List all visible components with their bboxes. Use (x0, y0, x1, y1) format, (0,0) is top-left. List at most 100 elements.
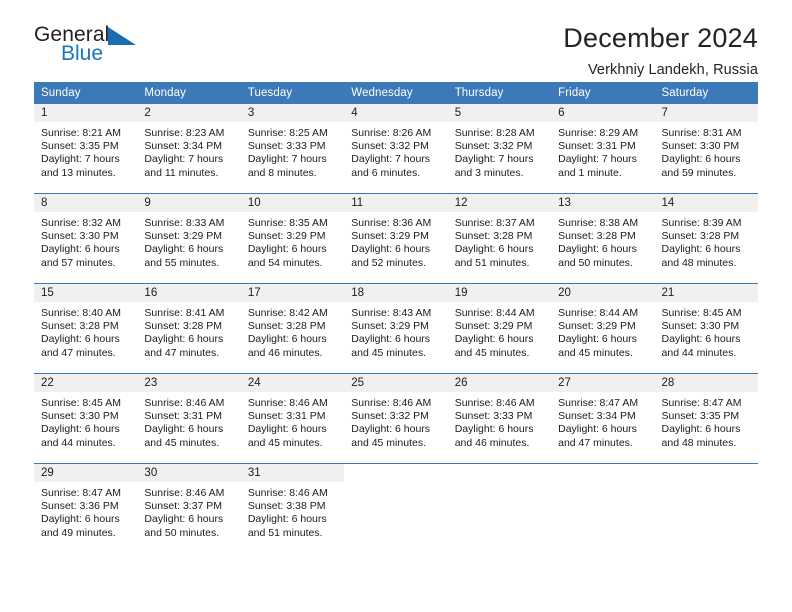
day-details: Sunrise: 8:31 AM Sunset: 3:30 PM Daylight:… (655, 122, 758, 180)
calendar-day-cell[interactable]: 20 Sunrise: 8:44 AM Sunset: 3:29 PM Dayligh… (551, 283, 655, 374)
calendar-day-cell[interactable]: 25 Sunrise: 8:46 AM Sunset: 3:32 PM Dayligh… (344, 373, 448, 464)
day-cell-inner (344, 464, 448, 553)
calendar-day-cell[interactable]: 29 Sunrise: 8:47 AM Sunset: 3:36 PM Dayligh… (34, 463, 138, 553)
day-details: Sunrise: 8:29 AM Sunset: 3:31 PM Daylight:… (551, 122, 654, 180)
calendar-day-cell[interactable]: 31 Sunrise: 8:46 AM Sunset: 3:38 PM Dayligh… (240, 463, 345, 553)
day-number: 1 (34, 104, 138, 122)
calendar-day-cell[interactable]: 21 Sunrise: 8:45 AM Sunset: 3:30 PM Dayligh… (654, 283, 758, 374)
sunrise-text: Sunrise: 8:45 AM (661, 307, 742, 319)
sunset-text: Sunset: 3:35 PM (41, 140, 119, 153)
weekday-header-saturday: Saturday (654, 82, 758, 104)
sunrise-text: Sunrise: 8:23 AM (144, 127, 225, 139)
day-number: 10 (240, 194, 345, 212)
daylight-text-line1: Daylight: 6 hours (247, 513, 327, 526)
day-cell-inner (447, 464, 552, 553)
day-cell-inner: 22 Sunrise: 8:45 AM Sunset: 3:30 PM Dayligh… (34, 374, 138, 463)
sunrise-sunset-calendar: Sunday Monday Tuesday Wednesday Thursday… (34, 82, 758, 553)
day-number: 4 (344, 104, 448, 122)
daylight-text-line2: and 45 minutes. (454, 346, 530, 359)
daylight-text-line1: Daylight: 7 hours (247, 153, 327, 166)
calendar-day-cell[interactable]: 4 Sunrise: 8:26 AM Sunset: 3:32 PM Daylight… (344, 104, 448, 194)
day-cell-inner: 13 Sunrise: 8:38 AM Sunset: 3:28 PM Dayligh… (551, 194, 655, 283)
calendar-day-cell[interactable]: 19 Sunrise: 8:44 AM Sunset: 3:29 PM Dayligh… (447, 283, 552, 374)
calendar-day-cell[interactable]: 12 Sunrise: 8:37 AM Sunset: 3:28 PM Dayligh… (447, 193, 552, 284)
daylight-text-line2: and 45 minutes. (351, 436, 426, 449)
daylight-text-line1: Daylight: 6 hours (41, 333, 120, 346)
calendar-day-cell[interactable]: 27 Sunrise: 8:47 AM Sunset: 3:34 PM Dayligh… (551, 373, 655, 464)
calendar-day-cell[interactable]: 2 Sunrise: 8:23 AM Sunset: 3:34 PM Daylight… (137, 104, 241, 194)
sunset-text: Sunset: 3:30 PM (41, 230, 119, 243)
calendar-day-cell[interactable]: 15 Sunrise: 8:40 AM Sunset: 3:28 PM Dayligh… (34, 283, 138, 374)
daylight-text-line1: Daylight: 6 hours (351, 423, 431, 436)
daylight-text-line1: Daylight: 6 hours (454, 243, 534, 256)
sunset-text: Sunset: 3:29 PM (351, 230, 429, 243)
day-details: Sunrise: 8:47 AM Sunset: 3:36 PM Daylight:… (34, 482, 137, 540)
sunset-text: Sunset: 3:36 PM (41, 500, 119, 513)
calendar-day-cell[interactable]: 24 Sunrise: 8:46 AM Sunset: 3:31 PM Dayligh… (240, 373, 345, 464)
daylight-text-line2: and 51 minutes. (454, 256, 530, 269)
day-details: Sunrise: 8:47 AM Sunset: 3:34 PM Daylight:… (551, 392, 654, 450)
title-block: December 2024 Verkhniy Landekh, Russia (563, 23, 758, 78)
day-number (654, 464, 758, 482)
sunset-text: Sunset: 3:28 PM (247, 320, 326, 333)
day-number (447, 464, 552, 482)
calendar-empty-cell (344, 463, 448, 553)
calendar-day-cell[interactable]: 14 Sunrise: 8:39 AM Sunset: 3:28 PM Dayligh… (654, 193, 758, 284)
daylight-text-line2: and 47 minutes. (41, 346, 116, 359)
daylight-text-line1: Daylight: 6 hours (661, 243, 741, 256)
calendar-day-cell[interactable]: 18 Sunrise: 8:43 AM Sunset: 3:29 PM Dayligh… (344, 283, 448, 374)
daylight-text-line1: Daylight: 7 hours (558, 153, 637, 166)
general-blue-logo[interactable]: General Blue (34, 24, 154, 72)
calendar-day-cell[interactable]: 26 Sunrise: 8:46 AM Sunset: 3:33 PM Dayligh… (447, 373, 552, 464)
daylight-text-line2: and 3 minutes. (454, 166, 524, 179)
day-cell-inner: 7 Sunrise: 8:31 AM Sunset: 3:30 PM Daylight… (654, 104, 758, 193)
day-number: 21 (654, 284, 758, 302)
daylight-text-line1: Daylight: 6 hours (41, 423, 120, 436)
calendar-day-cell[interactable]: 22 Sunrise: 8:45 AM Sunset: 3:30 PM Dayligh… (34, 373, 138, 464)
calendar-day-cell[interactable]: 5 Sunrise: 8:28 AM Sunset: 3:32 PM Daylight… (447, 104, 552, 194)
sunset-text: Sunset: 3:29 PM (351, 320, 429, 333)
calendar-day-cell[interactable]: 1 Sunrise: 8:21 AM Sunset: 3:35 PM Daylight… (34, 104, 138, 194)
day-cell-inner: 4 Sunrise: 8:26 AM Sunset: 3:32 PM Daylight… (344, 104, 448, 193)
daylight-text-line2: and 51 minutes. (247, 526, 323, 539)
daylight-text-line1: Daylight: 6 hours (144, 513, 224, 526)
daylight-text-line1: Daylight: 6 hours (661, 333, 741, 346)
calendar-day-cell[interactable]: 9 Sunrise: 8:33 AM Sunset: 3:29 PM Daylight… (137, 193, 241, 284)
weekday-header-wednesday: Wednesday (344, 82, 448, 104)
daylight-text-line1: Daylight: 6 hours (41, 243, 120, 256)
sunrise-text: Sunrise: 8:38 AM (558, 217, 639, 229)
calendar-day-cell[interactable]: 16 Sunrise: 8:41 AM Sunset: 3:28 PM Dayligh… (137, 283, 241, 374)
daylight-text-line1: Daylight: 6 hours (558, 423, 637, 436)
calendar-day-cell[interactable]: 30 Sunrise: 8:46 AM Sunset: 3:37 PM Dayligh… (137, 463, 241, 553)
day-number: 14 (654, 194, 758, 212)
sunset-text: Sunset: 3:28 PM (661, 230, 740, 243)
calendar-day-cell[interactable]: 7 Sunrise: 8:31 AM Sunset: 3:30 PM Daylight… (654, 104, 758, 194)
sunrise-text: Sunrise: 8:44 AM (454, 307, 535, 319)
day-cell-inner: 31 Sunrise: 8:46 AM Sunset: 3:38 PM Dayligh… (240, 464, 345, 553)
sunrise-text: Sunrise: 8:35 AM (247, 217, 328, 229)
sunrise-text: Sunrise: 8:46 AM (454, 397, 535, 409)
calendar-day-cell[interactable]: 10 Sunrise: 8:35 AM Sunset: 3:29 PM Dayligh… (240, 193, 345, 284)
sunset-text: Sunset: 3:31 PM (144, 410, 223, 423)
calendar-day-cell[interactable]: 28 Sunrise: 8:47 AM Sunset: 3:35 PM Dayligh… (654, 373, 758, 464)
day-details: Sunrise: 8:41 AM Sunset: 3:28 PM Daylight:… (137, 302, 240, 360)
daylight-text-line1: Daylight: 7 hours (454, 153, 534, 166)
calendar-day-cell[interactable]: 11 Sunrise: 8:36 AM Sunset: 3:29 PM Dayligh… (344, 193, 448, 284)
daylight-text-line1: Daylight: 6 hours (454, 333, 534, 346)
daylight-text-line1: Daylight: 6 hours (558, 243, 637, 256)
calendar-week-row: 8 Sunrise: 8:32 AM Sunset: 3:30 PM Daylight… (34, 193, 758, 284)
day-number: 7 (654, 104, 758, 122)
calendar-day-cell[interactable]: 6 Sunrise: 8:29 AM Sunset: 3:31 PM Daylight… (551, 104, 655, 194)
calendar-day-cell[interactable]: 13 Sunrise: 8:38 AM Sunset: 3:28 PM Dayligh… (551, 193, 655, 284)
day-details: Sunrise: 8:43 AM Sunset: 3:29 PM Daylight:… (344, 302, 447, 360)
day-cell-inner: 29 Sunrise: 8:47 AM Sunset: 3:36 PM Dayligh… (34, 464, 138, 553)
calendar-day-cell[interactable]: 8 Sunrise: 8:32 AM Sunset: 3:30 PM Daylight… (34, 193, 138, 284)
calendar-day-cell[interactable]: 17 Sunrise: 8:42 AM Sunset: 3:28 PM Dayligh… (240, 283, 345, 374)
calendar-day-cell[interactable]: 23 Sunrise: 8:46 AM Sunset: 3:31 PM Dayligh… (137, 373, 241, 464)
sunrise-text: Sunrise: 8:42 AM (247, 307, 328, 319)
sunset-text: Sunset: 3:37 PM (144, 500, 223, 513)
day-cell-inner: 5 Sunrise: 8:28 AM Sunset: 3:32 PM Daylight… (447, 104, 552, 193)
calendar-day-cell[interactable]: 3 Sunrise: 8:25 AM Sunset: 3:33 PM Daylight… (240, 104, 345, 194)
day-cell-inner: 9 Sunrise: 8:33 AM Sunset: 3:29 PM Daylight… (137, 194, 241, 283)
daylight-text-line2: and 47 minutes. (558, 436, 633, 449)
